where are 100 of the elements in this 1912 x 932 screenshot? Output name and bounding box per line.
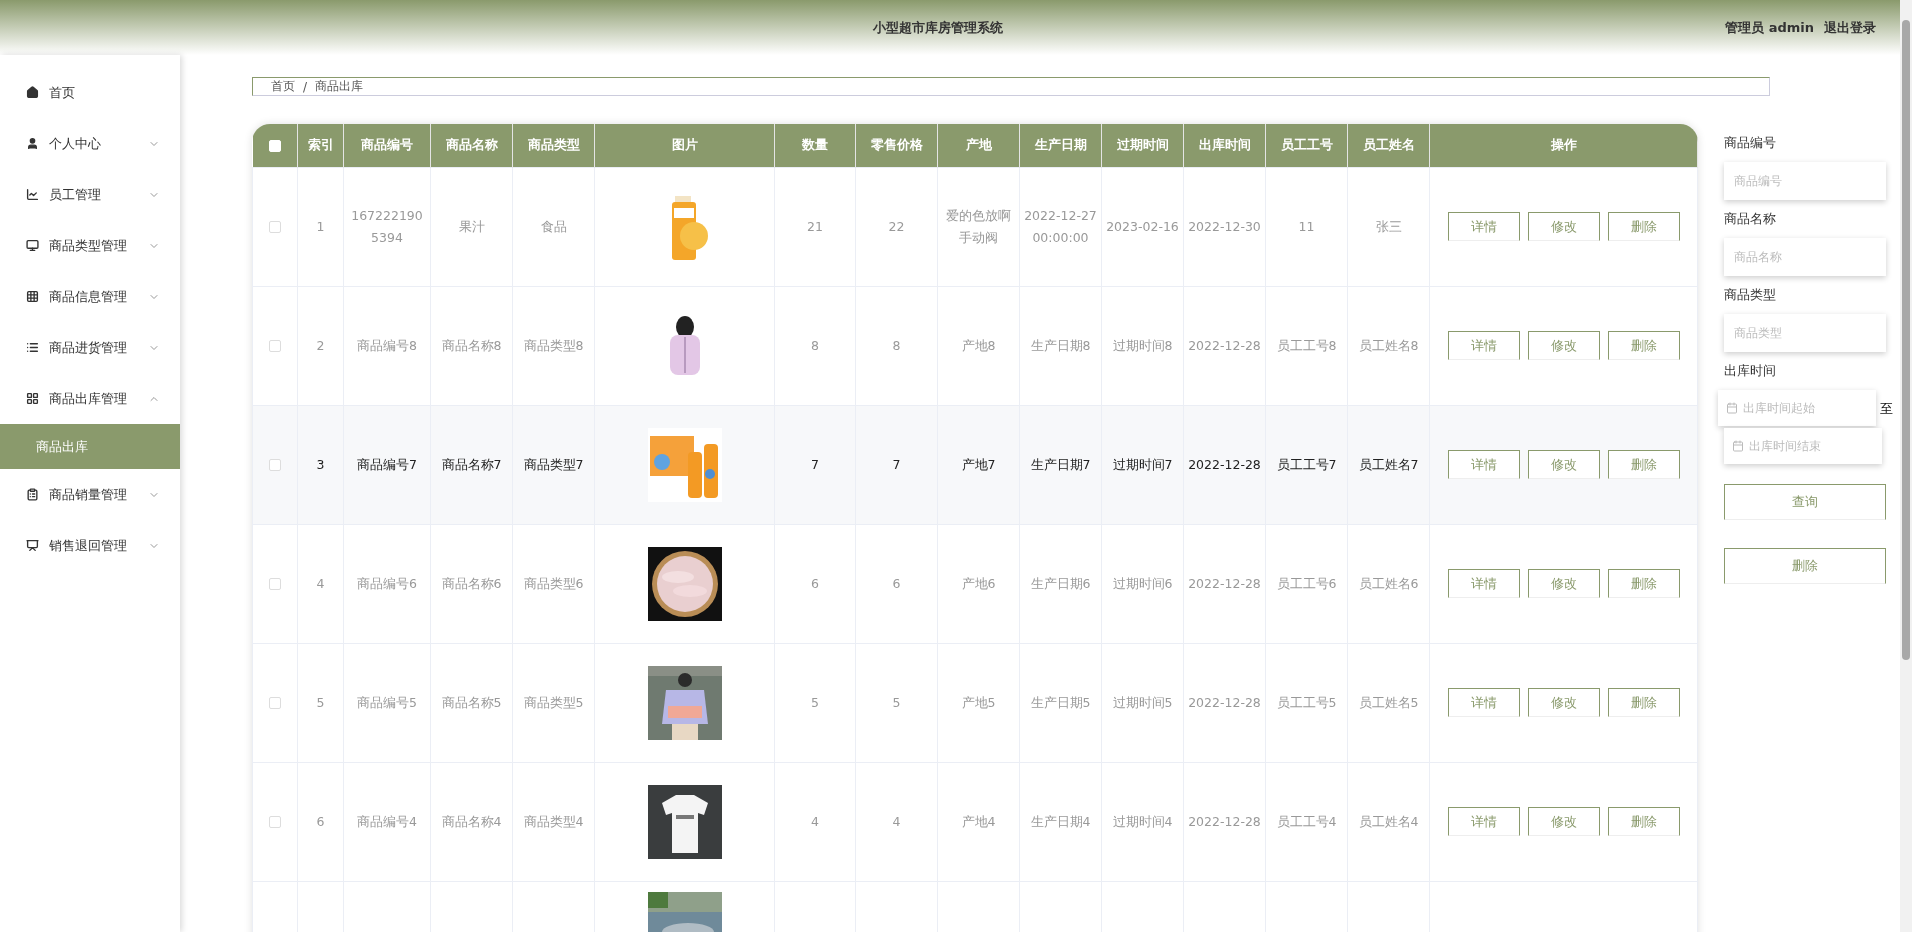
- table-cell: 7: [811, 456, 819, 472]
- date-field[interactable]: 出库时间结束: [1724, 428, 1882, 464]
- sidebar-item[interactable]: 商品信息管理: [0, 271, 180, 322]
- table-cell: 过期时间5: [1112, 694, 1173, 710]
- column-header: 数量: [774, 124, 856, 167]
- table-cell: 1672221905394: [351, 207, 423, 245]
- table-cell: 2023-02-16: [1106, 218, 1179, 234]
- field-label: 商品编号: [1724, 134, 1777, 152]
- sidebar-item[interactable]: 商品类型管理: [0, 220, 180, 271]
- action-button[interactable]: 修改: [1527, 688, 1600, 717]
- table-cell: 爱的色放啊手动阀: [946, 207, 1011, 245]
- field-label: 商品类型: [1724, 286, 1777, 304]
- row-checkbox[interactable]: [269, 221, 281, 233]
- action-button[interactable]: 修改: [1527, 807, 1600, 836]
- menu-icon: [26, 290, 39, 303]
- table-cell: 产地4: [961, 813, 996, 829]
- search-button[interactable]: 查询: [1724, 484, 1886, 520]
- action-button[interactable]: 删除: [1607, 688, 1680, 717]
- row-checkbox[interactable]: [269, 459, 281, 471]
- select-all-checkbox[interactable]: [268, 140, 281, 153]
- date-field[interactable]: 出库时间起始: [1718, 390, 1876, 426]
- action-button[interactable]: 详情: [1447, 331, 1520, 360]
- sidebar-item[interactable]: 商品出库管理: [0, 373, 180, 424]
- sidebar-item[interactable]: 员工管理: [0, 169, 180, 220]
- table-cell: 4: [811, 813, 819, 829]
- table-cell: 商品名称5: [441, 694, 502, 710]
- table-cell: 员工姓名4: [1358, 813, 1419, 829]
- sidebar-item[interactable]: 个人中心: [0, 118, 180, 169]
- logout-link[interactable]: 退出登录: [1824, 18, 1876, 37]
- action-button[interactable]: 详情: [1447, 212, 1520, 241]
- table-cell: 商品名称7: [441, 456, 502, 472]
- action-button[interactable]: 详情: [1447, 688, 1520, 717]
- field-label: 出库时间: [1724, 362, 1777, 380]
- scrollbar[interactable]: [1900, 0, 1912, 932]
- breadcrumb-separator: /: [303, 79, 308, 94]
- search-field[interactable]: 商品类型: [1724, 314, 1886, 352]
- table-cell: 4: [892, 813, 901, 829]
- action-button[interactable]: 修改: [1527, 331, 1600, 360]
- table-cell: 6: [811, 575, 819, 591]
- column-header: 员工工号: [1265, 124, 1348, 167]
- action-button[interactable]: 删除: [1607, 212, 1680, 241]
- delete-button[interactable]: 删除: [1724, 548, 1886, 584]
- menu-icon: [26, 341, 39, 354]
- action-button[interactable]: 修改: [1527, 212, 1600, 241]
- table-cell: 商品名称4: [441, 813, 502, 829]
- table-cell: 过期时间8: [1112, 337, 1173, 353]
- action-button[interactable]: 删除: [1607, 450, 1680, 479]
- search-field[interactable]: 商品名称: [1724, 238, 1886, 276]
- table-cell: 商品类型6: [523, 575, 584, 591]
- table-cell: 产地7: [961, 456, 996, 472]
- table-cell: 2022-12-28: [1188, 456, 1261, 472]
- sidebar-item[interactable]: 销售退回管理: [0, 520, 180, 571]
- sidebar-item[interactable]: 商品销量管理: [0, 469, 180, 520]
- action-button[interactable]: 详情: [1447, 807, 1520, 836]
- table-cell: 7: [892, 456, 901, 472]
- calendar-icon: [1732, 440, 1744, 452]
- column-header: 操作: [1429, 124, 1698, 167]
- table-cell: 商品编号6: [357, 575, 417, 591]
- table-cell: 生产日期7: [1030, 456, 1091, 472]
- table-cell: 员工姓名8: [1358, 337, 1419, 353]
- menu-icon: [26, 137, 39, 150]
- action-button[interactable]: 修改: [1527, 450, 1600, 479]
- row-checkbox[interactable]: [269, 697, 281, 709]
- table-cell: 员工姓名6: [1358, 575, 1419, 591]
- column-header: 过期时间: [1101, 124, 1184, 167]
- table-cell: 生产日期8: [1030, 337, 1091, 353]
- sidebar-item[interactable]: 首页: [0, 67, 180, 118]
- menu-icon: [26, 488, 39, 501]
- table-cell: 5: [892, 694, 901, 710]
- action-button[interactable]: 修改: [1527, 569, 1600, 598]
- row-checkbox[interactable]: [269, 578, 281, 590]
- sidebar-subitem[interactable]: 商品出库: [0, 424, 180, 469]
- table-cell: 商品名称8: [441, 337, 502, 353]
- search-field[interactable]: 商品编号: [1724, 162, 1886, 200]
- table-cell: 1: [316, 218, 325, 234]
- action-button[interactable]: 删除: [1607, 569, 1680, 598]
- table-cell: 过期时间6: [1112, 575, 1173, 591]
- row-checkbox[interactable]: [269, 816, 281, 828]
- column-header: 员工姓名: [1347, 124, 1430, 167]
- breadcrumb-link[interactable]: 首页: [271, 78, 295, 95]
- table-cell: 6: [316, 813, 325, 829]
- table-cell: 2022-12-28: [1188, 575, 1261, 591]
- table-cell: 食品: [540, 218, 567, 234]
- table-cell: 5: [316, 694, 325, 710]
- action-button[interactable]: 详情: [1447, 450, 1520, 479]
- action-button[interactable]: 删除: [1607, 807, 1680, 836]
- sidebar-item[interactable]: 商品进货管理: [0, 322, 180, 373]
- table-cell: 员工工号5: [1276, 694, 1337, 710]
- table-cell: 商品编号8: [357, 337, 417, 353]
- row-checkbox[interactable]: [269, 340, 281, 352]
- action-button[interactable]: 删除: [1607, 331, 1680, 360]
- table-cell: 11: [1298, 218, 1315, 234]
- table-cell: 4: [316, 575, 325, 591]
- menu-icon: [26, 86, 39, 99]
- table-cell: 过期时间7: [1112, 456, 1173, 472]
- range-separator: 至: [1880, 400, 1893, 418]
- table-cell: 22: [888, 218, 905, 234]
- action-button[interactable]: 详情: [1447, 569, 1520, 598]
- table-cell: 2: [316, 337, 325, 353]
- table-cell: 商品类型7: [523, 456, 584, 472]
